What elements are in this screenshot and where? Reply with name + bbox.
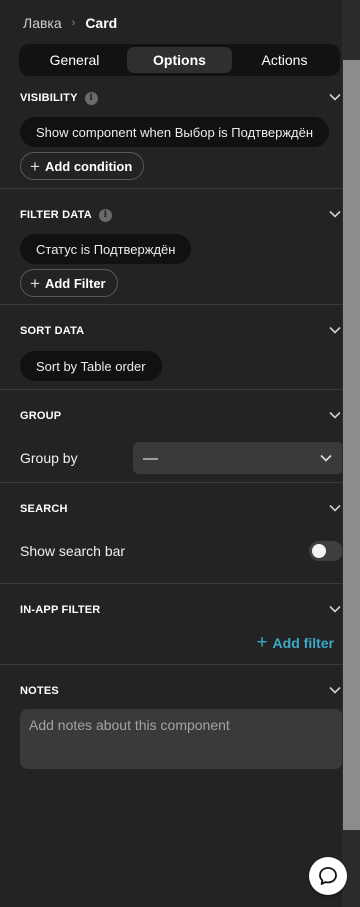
visibility-condition-pill[interactable]: Show component when Выбор is Подтверждён — [20, 117, 330, 147]
info-icon: i — [84, 91, 98, 105]
chat-bubble-icon — [319, 867, 337, 885]
chevron-down-icon[interactable] — [328, 90, 342, 104]
in-app-filter-section-header[interactable]: IN-APP FILTER — [20, 602, 342, 618]
filter-data-title: FILTER DATA — [20, 209, 92, 221]
group-by-value: — — [143, 449, 158, 467]
notes-textarea[interactable] — [20, 709, 343, 769]
add-condition-button[interactable]: + Add condition — [20, 152, 145, 180]
toggle-knob — [312, 544, 326, 558]
chevron-right-icon: › — [71, 17, 76, 29]
visibility-section-header[interactable]: VISIBILITY i — [20, 90, 342, 106]
chevron-down-icon[interactable] — [328, 683, 342, 697]
section-divider — [0, 304, 342, 305]
in-app-filter-title: IN-APP FILTER — [20, 604, 101, 616]
sort-pill[interactable]: Sort by Table order — [20, 351, 162, 381]
section-divider — [0, 188, 342, 189]
add-filter-button[interactable]: + Add Filter — [20, 269, 118, 297]
tab-general[interactable]: General — [22, 47, 127, 73]
plus-icon: + — [30, 156, 40, 176]
search-section-header[interactable]: SEARCH — [20, 501, 342, 517]
chevron-down-icon[interactable] — [328, 323, 342, 337]
add-filter-label: Add Filter — [44, 275, 106, 291]
section-divider — [0, 583, 342, 584]
tab-options[interactable]: Options — [127, 47, 232, 73]
section-divider — [0, 482, 342, 483]
plus-icon: + — [30, 273, 40, 293]
group-by-select[interactable]: — — [133, 442, 343, 474]
show-search-bar-label: Show search bar — [20, 543, 126, 559]
chevron-down-icon[interactable] — [328, 501, 342, 515]
chat-button[interactable] — [309, 857, 347, 895]
sort-data-section-header[interactable]: SORT DATA — [20, 323, 342, 339]
add-in-app-filter-label: Add filter — [272, 634, 334, 651]
notes-title: NOTES — [20, 685, 59, 697]
info-icon: i — [98, 208, 112, 222]
group-section-header[interactable]: GROUP — [20, 408, 342, 424]
show-search-bar-toggle[interactable] — [309, 541, 343, 561]
group-title: GROUP — [20, 410, 62, 422]
filter-data-section-header[interactable]: FILTER DATA i — [20, 207, 342, 223]
notes-section-header[interactable]: NOTES — [20, 683, 342, 699]
add-condition-label: Add condition — [44, 158, 133, 174]
chevron-down-icon[interactable] — [328, 602, 342, 616]
chevron-down-icon[interactable] — [328, 207, 342, 221]
breadcrumb: Лавка › Card — [23, 14, 117, 32]
breadcrumb-current: Card — [85, 15, 118, 31]
tab-bar: General Options Actions — [19, 44, 340, 76]
tab-actions[interactable]: Actions — [232, 47, 337, 73]
plus-icon: + — [256, 632, 268, 653]
chevron-down-icon — [319, 451, 333, 465]
group-by-label: Group by — [20, 450, 78, 466]
breadcrumb-parent-link[interactable]: Лавка — [23, 15, 62, 31]
sort-data-title: SORT DATA — [20, 325, 85, 337]
filter-pill[interactable]: Статус is Подтверждён — [20, 234, 192, 264]
visibility-title: VISIBILITY — [20, 92, 78, 104]
section-divider — [0, 389, 342, 390]
chevron-down-icon[interactable] — [328, 408, 342, 422]
section-divider — [0, 664, 342, 665]
scrollbar-thumb[interactable] — [343, 60, 360, 830]
search-title: SEARCH — [20, 503, 68, 515]
add-in-app-filter-button[interactable]: + Add filter — [256, 633, 334, 652]
